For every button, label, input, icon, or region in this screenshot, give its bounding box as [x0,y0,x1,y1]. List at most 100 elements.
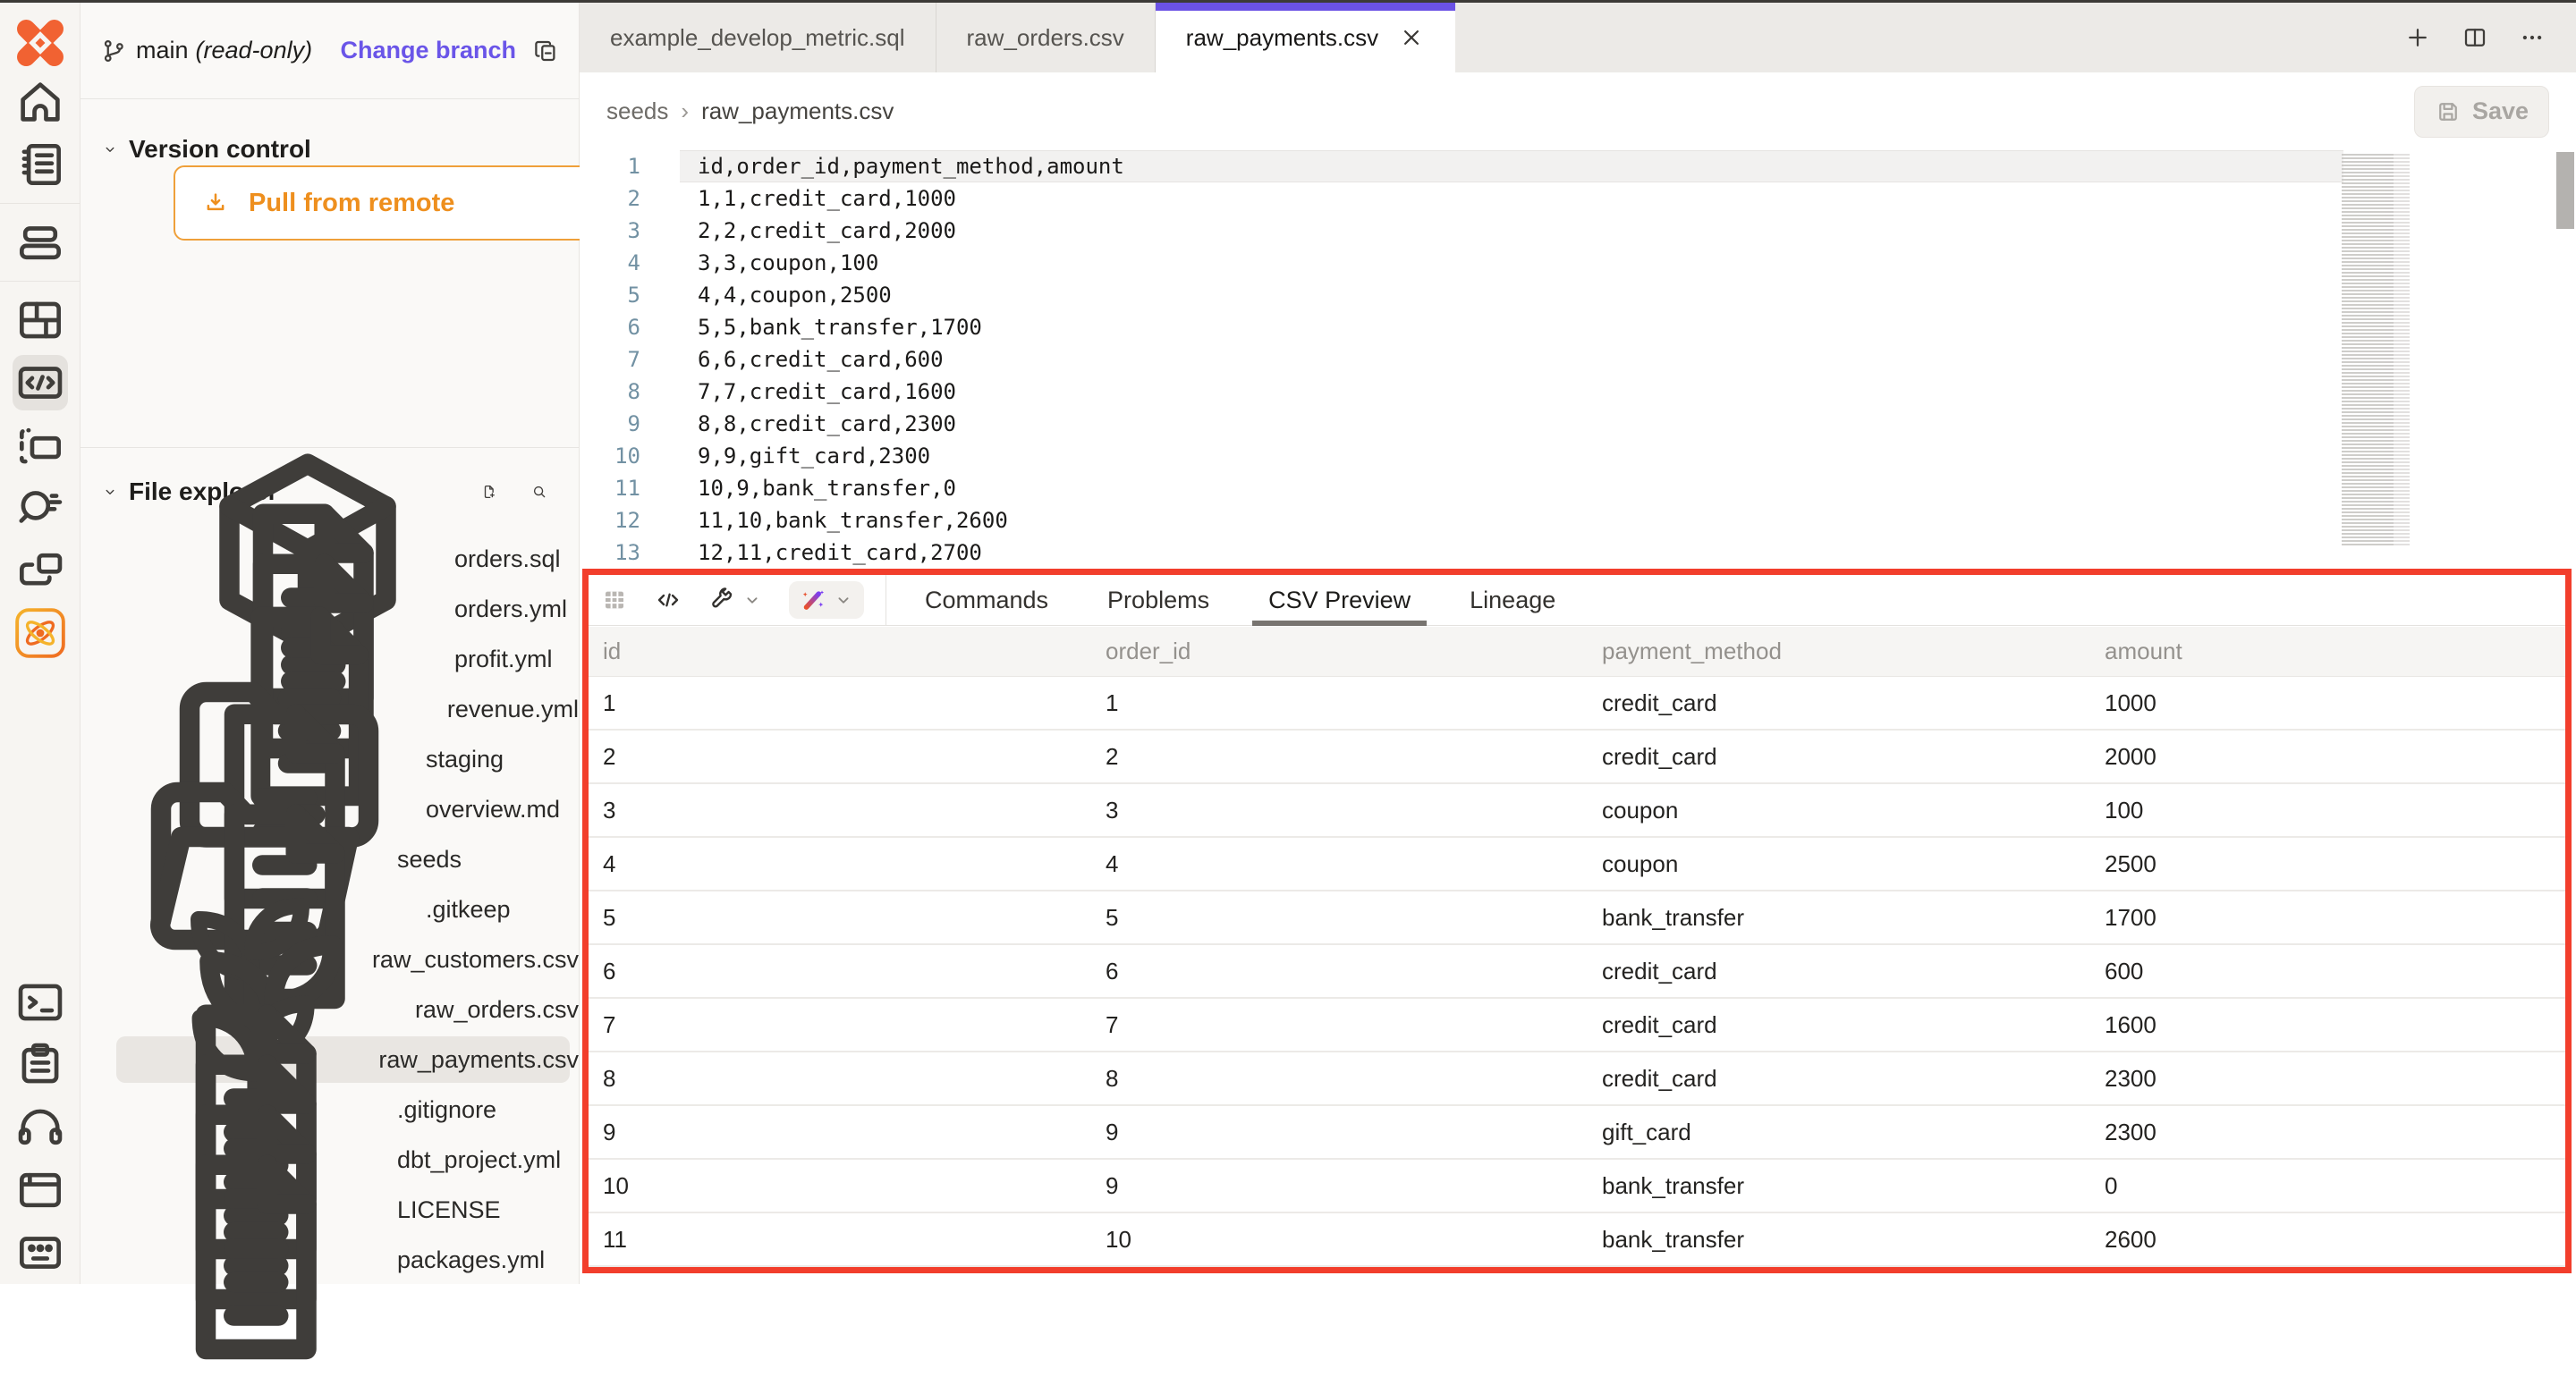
code-editor[interactable]: 1 id,order_id,payment_method,amount 2 1,… [580,150,2576,569]
rail-item-home[interactable] [13,74,68,130]
line-number: 7 [580,343,640,376]
editor-tab-raw_payments.csv[interactable]: raw_payments.csv [1156,3,1455,72]
editor-line-1[interactable]: 1 id,order_id,payment_method,amount [580,150,2576,182]
table-cell: 5 [589,904,1091,932]
table-cell: 100 [2090,797,2565,824]
panel-tab-Commands[interactable]: Commands [925,575,1048,626]
terminal-icon [13,975,68,1030]
editor-line-11[interactable]: 11 10,9,bank_transfer,0 [580,472,2576,504]
table-cell: coupon [1588,850,2090,878]
editor-line-2[interactable]: 2 1,1,credit_card,1000 [580,182,2576,215]
dbt-logo-icon[interactable] [13,15,68,71]
editor-line-8[interactable]: 8 7,7,credit_card,1600 [580,376,2576,408]
editor-line-13[interactable]: 13 12,11,credit_card,2700 [580,536,2576,569]
rail-item-notebook[interactable] [13,137,68,192]
table-cell: 5 [1091,904,1588,932]
table-cell: 1600 [2090,1011,2565,1039]
frame-select-icon [13,418,68,473]
new-file-icon[interactable] [481,478,508,505]
file-list: orders.sql orders.yml profit.yml revenue… [80,534,579,1285]
table-row[interactable]: 66credit_card600 [589,945,2565,999]
rail-item-headset[interactable] [13,1100,68,1155]
pull-from-remote-button[interactable]: Pull from remote [174,165,641,241]
file-item-label: orders.sql [454,545,561,573]
editor-line-4[interactable]: 4 3,3,coupon,100 [580,247,2576,279]
ai-assist-button[interactable] [789,581,864,619]
close-tab-icon[interactable] [1398,24,1425,51]
copy-branch-icon[interactable] [532,38,559,64]
editor-minimap[interactable] [2342,154,2410,547]
editor-scrollbar-thumb[interactable] [2556,152,2574,229]
results-table-icon[interactable] [601,587,628,613]
table-cell: 8 [1091,1065,1588,1093]
tab-label: raw_payments.csv [1186,24,1378,52]
line-text: 12,11,credit_card,2700 [698,536,982,569]
table-row[interactable]: 22credit_card2000 [589,731,2565,784]
new-tab-icon[interactable] [2404,24,2431,51]
editor-line-12[interactable]: 12 11,10,bank_transfer,2600 [580,504,2576,536]
table-row[interactable]: 99gift_card2300 [589,1106,2565,1160]
rail-item-atom[interactable] [13,605,68,661]
rail-item-trays[interactable] [13,215,68,270]
save-label: Save [2472,97,2529,125]
dashboard-icon [13,292,68,348]
breadcrumb: seeds › raw_payments.csv Save [580,72,2576,150]
editor-line-9[interactable]: 9 8,8,credit_card,2300 [580,408,2576,440]
table-cell: bank_transfer [1588,1172,2090,1200]
rail-item-terminal[interactable] [13,975,68,1030]
column-header-amount[interactable]: amount [2090,638,2565,665]
table-row[interactable]: 55bank_transfer1700 [589,891,2565,945]
line-number: 10 [580,440,640,472]
table-cell: 0 [2090,1172,2565,1200]
change-branch-link[interactable]: Change branch [340,37,516,64]
line-number: 1 [580,150,640,182]
editor-line-7[interactable]: 7 6,6,credit_card,600 [580,343,2576,376]
table-row[interactable]: 1110bank_transfer2600 [589,1213,2565,1267]
table-cell: 2300 [2090,1065,2565,1093]
table-cell: bank_transfer [1588,904,2090,932]
table-row[interactable]: 44coupon2500 [589,838,2565,891]
rail-item-code-editor[interactable] [13,355,68,410]
table-cell: 10 [1091,1226,1588,1254]
compiled-code-icon[interactable] [655,587,682,613]
rail-item-query-search[interactable] [13,480,68,536]
editor-line-5[interactable]: 5 4,4,coupon,2500 [580,279,2576,311]
file-item-packages.yml[interactable]: packages.yml [80,1235,579,1285]
column-header-payment_method[interactable]: payment_method [1588,638,2090,665]
table-row[interactable]: 88credit_card2300 [589,1052,2565,1106]
panel-tab-Lineage[interactable]: Lineage [1470,575,1555,626]
chevron-down-icon [102,478,129,505]
rail-item-dashboard[interactable] [13,292,68,348]
editor-tab-raw_orders.csv[interactable]: raw_orders.csv [936,3,1156,72]
panel-tab-Problems[interactable]: Problems [1107,575,1209,626]
search-icon[interactable] [531,478,558,505]
rail-item-windows[interactable] [13,543,68,598]
editor-tab-example_develop_metric.sql[interactable]: example_develop_metric.sql [580,3,936,72]
rail-item-clipboard[interactable] [13,1037,68,1093]
line-number: 4 [580,247,640,279]
build-tools-button[interactable] [708,587,762,613]
table-cell: 4 [589,850,1091,878]
save-button[interactable]: Save [2414,86,2549,138]
split-editor-icon[interactable] [2462,24,2488,51]
app-window: main (read-only) Change branch Version c… [0,0,2576,1284]
editor-line-3[interactable]: 3 2,2,credit_card,2000 [580,215,2576,247]
breadcrumb-folder[interactable]: seeds [606,97,668,125]
pull-from-remote-label: Pull from remote [249,189,454,218]
rail-item-frame-select[interactable] [13,418,68,473]
table-row[interactable]: 77credit_card1600 [589,999,2565,1052]
pull-from-remote-main[interactable]: Pull from remote [175,167,584,239]
column-header-order_id[interactable]: order_id [1091,638,1588,665]
table-cell: 1000 [2090,689,2565,717]
rail-item-browser[interactable] [13,1162,68,1218]
editor-line-10[interactable]: 10 9,9,gift_card,2300 [580,440,2576,472]
column-header-id[interactable]: id [589,638,1091,665]
panel-tab-CSV Preview[interactable]: CSV Preview [1268,575,1411,626]
version-control-header[interactable]: Version control [102,135,311,164]
editor-line-6[interactable]: 6 5,5,bank_transfer,1700 [580,311,2576,343]
table-row[interactable]: 109bank_transfer0 [589,1160,2565,1213]
table-row[interactable]: 33coupon100 [589,784,2565,838]
rail-item-keypad[interactable] [13,1225,68,1280]
more-options-icon[interactable] [2519,24,2546,51]
table-row[interactable]: 11credit_card1000 [589,677,2565,731]
